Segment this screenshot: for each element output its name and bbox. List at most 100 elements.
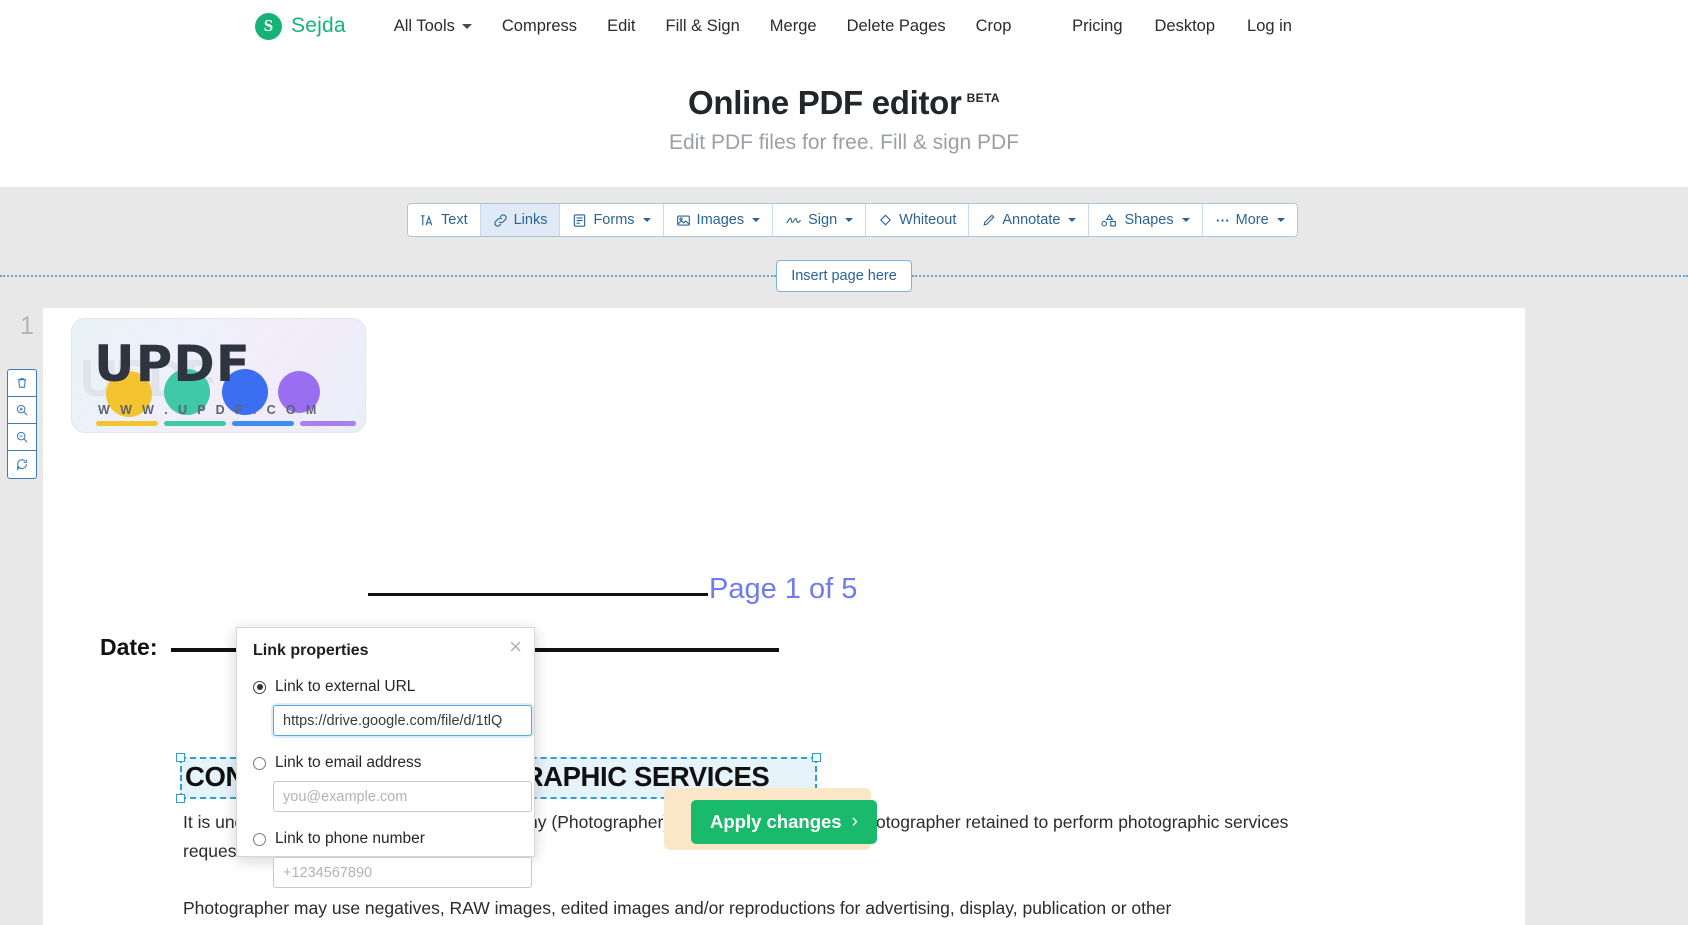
updf-bar-purple — [300, 421, 356, 426]
insert-page-here-button[interactable]: Insert page here — [776, 260, 912, 292]
chevron-down-icon — [845, 218, 854, 222]
page-number-label: 1 — [20, 312, 34, 340]
updf-bar-blue — [232, 421, 294, 426]
apply-changes-button[interactable]: Apply changes › — [691, 800, 877, 844]
tool-more[interactable]: More — [1202, 204, 1297, 236]
tool-annotate[interactable]: Annotate — [969, 204, 1090, 236]
tool-whiteout-label: Whiteout — [899, 212, 957, 228]
resize-handle-top-right[interactable] — [812, 753, 821, 762]
tool-more-label: More — [1235, 212, 1269, 228]
ellipsis-icon — [1215, 213, 1230, 228]
resize-handle-bottom-left[interactable] — [176, 794, 185, 803]
tool-links-label: Links — [513, 212, 548, 228]
rotate-page-icon[interactable] — [8, 451, 36, 478]
tool-forms-label: Forms — [593, 212, 635, 228]
chevron-down-icon — [1068, 218, 1077, 222]
tool-sign[interactable]: Sign — [773, 204, 867, 236]
primary-nav: All Tools Compress Edit Fill & Sign Merg… — [394, 17, 1012, 36]
apply-changes-label: Apply changes — [710, 811, 842, 832]
tool-text-label: Text — [441, 212, 468, 228]
chevron-down-icon — [1276, 218, 1285, 222]
resize-handle-top-left[interactable] — [176, 753, 185, 762]
tool-forms[interactable]: Forms — [560, 204, 664, 236]
nav-item-all-tools[interactable]: All Tools — [394, 17, 472, 36]
radio-email-icon[interactable] — [253, 756, 266, 770]
updf-bar-yellow — [96, 421, 158, 426]
editor-toolbar: Text Links Forms Images Sign Whiteout An… — [407, 203, 1298, 237]
form-icon — [572, 213, 587, 228]
zoom-out-icon[interactable] — [8, 424, 36, 451]
nav-item-merge[interactable]: Merge — [770, 17, 817, 36]
radio-phone-label: Link to phone number — [275, 830, 425, 847]
nav-item-edit[interactable]: Edit — [607, 17, 635, 36]
radio-email-label: Link to email address — [275, 754, 422, 771]
delete-page-icon[interactable] — [8, 370, 36, 397]
link-properties-title: Link properties — [253, 642, 369, 659]
hero-section: Online PDF editor BETA Edit PDF files for… — [0, 52, 1688, 187]
page-of-text: Page 1 of 5 — [709, 573, 858, 605]
divider-line-left — [0, 275, 777, 277]
nav-item-crop[interactable]: Crop — [976, 17, 1012, 36]
tool-links[interactable]: Links — [480, 204, 561, 236]
radio-option-phone[interactable]: Link to phone number — [253, 830, 518, 848]
nav-item-desktop[interactable]: Desktop — [1155, 17, 1216, 36]
nav-item-fill-and-sign[interactable]: Fill & Sign — [666, 17, 740, 36]
tool-sign-label: Sign — [808, 212, 838, 228]
updf-watermark-url: W W W . U P D F . C O M — [98, 403, 320, 417]
page-tool-rail — [7, 369, 37, 479]
divider-line-right — [911, 275, 1688, 277]
nav-item-login[interactable]: Log in — [1247, 17, 1292, 36]
tool-shapes-label: Shapes — [1124, 212, 1174, 228]
chevron-down-icon — [1181, 218, 1190, 222]
nav-item-delete-pages[interactable]: Delete Pages — [847, 17, 946, 36]
zoom-in-icon[interactable] — [8, 397, 36, 424]
signature-rule-line — [368, 593, 708, 596]
page-title: Online PDF editor BETA — [0, 84, 1688, 122]
close-icon[interactable]: × — [509, 636, 522, 658]
image-icon — [676, 213, 691, 228]
tool-annotate-label: Annotate — [1002, 212, 1061, 228]
app-root: S Sejda All Tools Compress Edit Fill & S… — [0, 0, 1688, 925]
nav-item-compress[interactable]: Compress — [502, 17, 577, 36]
beta-badge: BETA — [966, 91, 1000, 105]
nav-item-all-tools-label: All Tools — [393, 16, 455, 35]
sejda-logo-text: Sejda — [291, 14, 346, 37]
whiteout-icon — [878, 213, 893, 228]
sejda-logo[interactable]: S Sejda — [255, 12, 346, 40]
updf-watermark-text: UPDF — [94, 335, 251, 393]
insert-page-divider: Insert page here — [0, 259, 1688, 293]
tool-whiteout[interactable]: Whiteout — [866, 204, 970, 236]
radio-external-url-icon[interactable] — [253, 680, 266, 694]
tool-text[interactable]: Text — [408, 204, 481, 236]
updf-bar-teal — [164, 421, 226, 426]
page-subtitle: Edit PDF files for free. Fill & sign PDF — [668, 131, 1020, 154]
date-label: Date: — [100, 634, 158, 660]
radio-option-email[interactable]: Link to email address — [253, 754, 518, 772]
editor-workspace: Text Links Forms Images Sign Whiteout An… — [0, 187, 1688, 925]
tool-shapes[interactable]: Shapes — [1089, 204, 1203, 236]
link-properties-popover: Link properties × Link to external URL L… — [236, 627, 535, 888]
sejda-logo-mark: S — [255, 12, 282, 40]
phone-number-input[interactable] — [273, 857, 532, 888]
radio-phone-icon[interactable] — [253, 832, 266, 846]
radio-external-url-label: Link to external URL — [275, 678, 416, 695]
secondary-nav: Pricing Desktop Log in — [1072, 17, 1292, 36]
tool-images[interactable]: Images — [663, 204, 774, 236]
pencil-icon — [981, 213, 996, 228]
doc-paragraph-2-line-1: Photographer may use negatives, RAW imag… — [183, 898, 1172, 918]
chevron-down-icon — [642, 218, 651, 222]
external-url-input[interactable] — [273, 705, 532, 736]
chevron-right-icon: › — [851, 811, 858, 832]
tool-images-label: Images — [696, 212, 745, 228]
email-address-input[interactable] — [273, 781, 532, 812]
updf-watermark: UPDF UPDF W W W . U P D F . C O M — [71, 318, 366, 433]
chevron-down-icon — [461, 23, 472, 29]
signature-icon — [785, 213, 802, 228]
top-navigation: S Sejda All Tools Compress Edit Fill & S… — [0, 0, 1688, 52]
nav-item-pricing[interactable]: Pricing — [1072, 17, 1122, 36]
radio-option-external-url[interactable]: Link to external URL — [253, 678, 518, 696]
text-format-icon — [420, 213, 435, 228]
link-icon — [493, 213, 508, 228]
shapes-icon — [1101, 213, 1118, 228]
chevron-down-icon — [752, 218, 761, 222]
